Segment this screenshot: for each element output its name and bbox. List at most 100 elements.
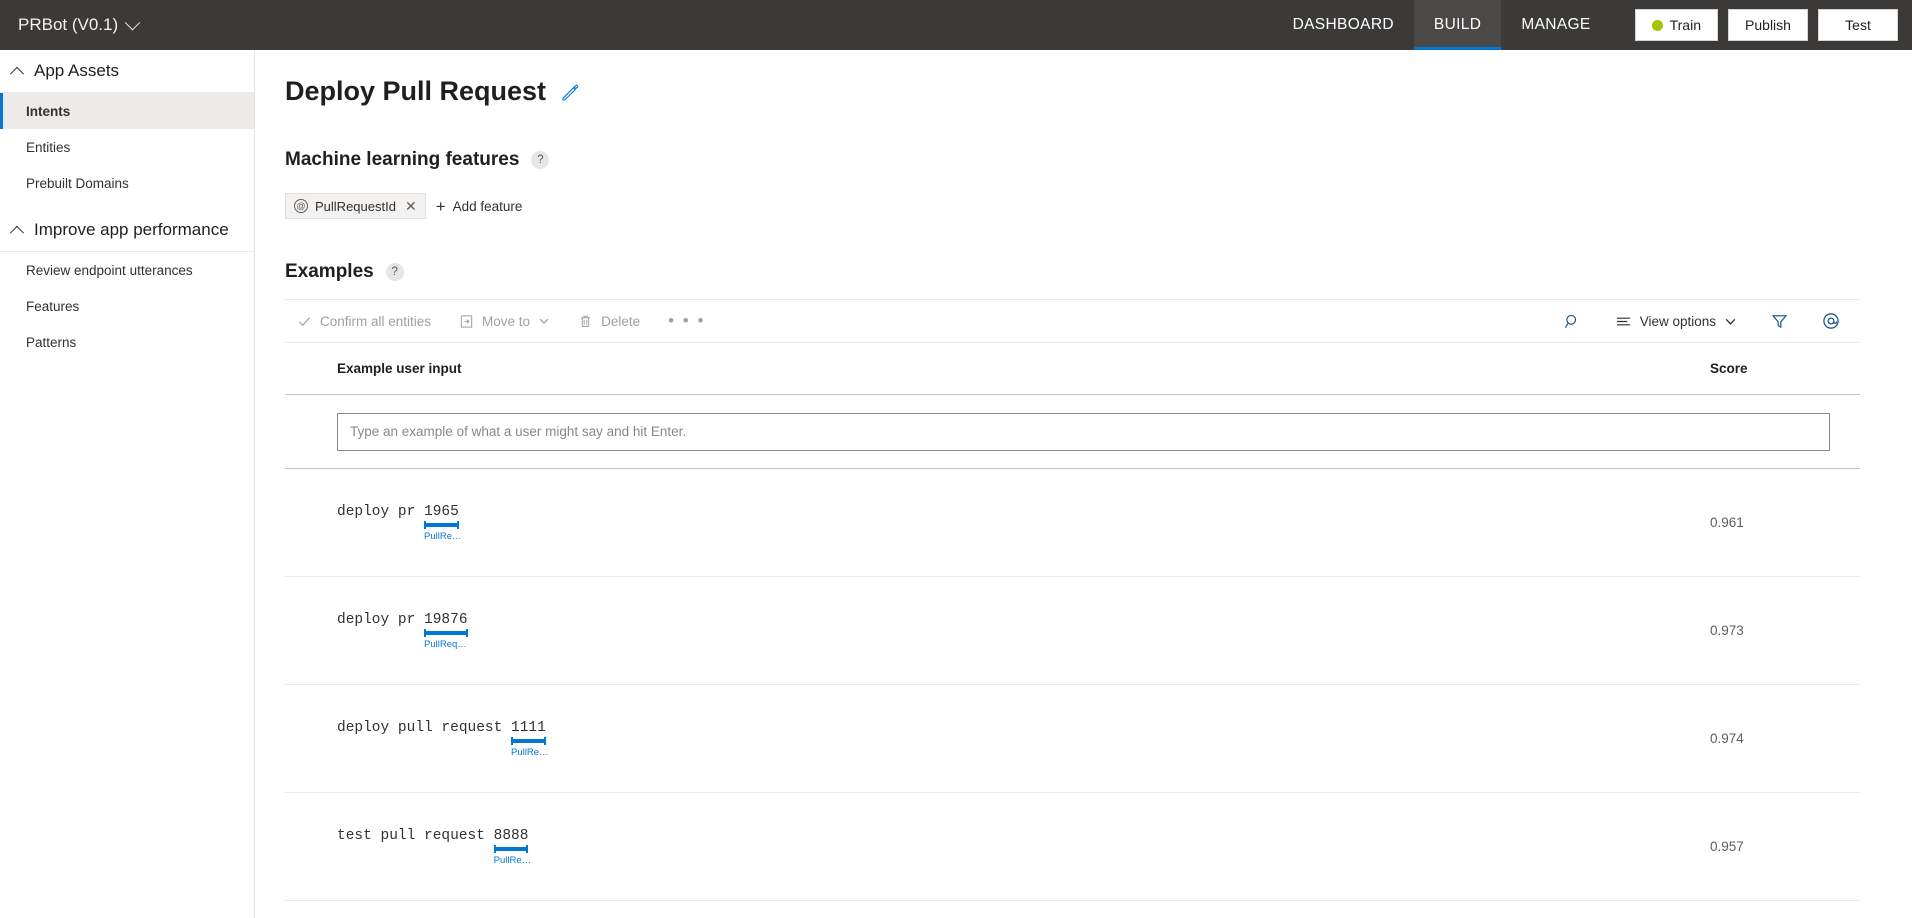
train-button[interactable]: Train [1634,9,1718,41]
sidebar-item-entities[interactable]: Entities [0,129,254,165]
sidebar-item-label: Patterns [26,334,77,350]
utterance-prefix: deploy pr [337,503,425,520]
utterance-text: deploy pr 19876 PullReq… [337,612,468,652]
entity-bracket-icon [511,736,546,745]
header-nav-tabs: DASHBOARD BUILD MANAGE [1273,0,1611,50]
checkmark-icon [298,316,311,326]
entity-value: 1965 [424,503,459,520]
page-title-row: Deploy Pull Request [285,76,1860,107]
utterance-text: deploy pr 1965 PullRe… [337,503,462,544]
chevron-up-icon [9,225,25,240]
sidebar-group-label: Improve app performance [34,220,229,239]
sidebar-item-intents[interactable]: Intents [0,93,254,129]
new-utterance-input[interactable] [337,412,1830,451]
delete-button[interactable]: Delete [564,300,654,342]
column-header-score: Score [1710,361,1748,376]
utterance-cell: deploy pr 19876 PullReq… [337,610,1710,652]
move-to-icon [460,314,473,328]
publish-button[interactable]: Publish [1728,9,1808,41]
close-icon[interactable]: ✕ [403,199,417,213]
entity-value: 8888 [493,827,529,844]
header-action-buttons: Train Publish Test [1611,0,1912,50]
column-header-utterance: Example user input [337,361,462,376]
utterance-cell: test pull request 8888 PullRe… [337,826,1710,868]
examples-title: Examples [285,261,374,282]
app-title-label: PRBot (V0.1) [18,15,119,34]
examples-header: Examples ? [285,261,1860,283]
train-button-label: Train [1669,17,1701,33]
plus-icon: + [435,196,446,216]
view-options-label: View options [1639,313,1716,329]
sidebar-group-label: App Assets [34,61,120,80]
search-button[interactable] [1552,313,1595,330]
feature-chip-pullrequestid[interactable]: @ PullRequestId ✕ [285,193,426,219]
view-options-button[interactable]: View options [1601,313,1751,330]
left-sidebar: App Assets Intents Entities Prebuilt Dom… [0,50,255,918]
sidebar-item-label: Entities [26,139,71,155]
add-feature-button[interactable]: + Add feature [436,198,523,215]
table-row[interactable]: test pull request 8888 PullRe… 0.957 [285,793,1860,901]
main-content: Deploy Pull Request Machine learning fea… [255,50,1912,918]
app-title-dropdown[interactable]: PRBot (V0.1) [0,0,141,50]
confirm-all-entities-label: Confirm all entities [320,313,432,329]
utterance-cell: deploy pr 1965 PullRe… [337,502,1710,544]
utterance-prefix: deploy pr [337,611,425,628]
utterance-text: deploy pull request 1111 PullRe… [337,719,549,760]
table-row[interactable]: deploy pr 19876 PullReq… 0.973 [285,577,1860,685]
examples-table-header: Example user input Score [285,343,1860,395]
more-icon[interactable]: • • • [654,311,719,331]
nav-tab-manage[interactable]: MANAGE [1501,0,1610,50]
list-icon [1616,317,1630,325]
entity-span[interactable]: 1965 PullRe… [424,503,462,542]
sidebar-group-improve-app-performance[interactable]: Improve app performance [0,209,254,252]
sidebar-item-label: Intents [26,103,71,119]
move-to-label: Move to [482,313,531,329]
header-spacer [138,0,1272,50]
new-utterance-row [285,395,1860,469]
sidebar-item-patterns[interactable]: Patterns [0,324,254,360]
sidebar-item-features[interactable]: Features [0,288,254,324]
entity-bracket-icon [424,628,468,637]
entity-label: PullRe… [493,854,532,866]
utterance-prefix: deploy pull request [337,719,512,736]
table-row[interactable]: deploy pull request 1111 PullRe… 0.974 [285,685,1860,793]
entity-span[interactable]: 1111 PullRe… [511,719,549,758]
examples-command-bar: Confirm all entities Move to Delete • • … [285,299,1860,343]
entity-view-button[interactable] [1808,312,1854,330]
utterance-prefix: test pull request [337,827,494,844]
ml-features-title: Machine learning features [285,149,520,170]
confirm-all-entities-button[interactable]: Confirm all entities [285,300,445,342]
page-title: Deploy Pull Request [285,76,547,106]
nav-tab-build[interactable]: BUILD [1413,0,1502,50]
table-row[interactable]: deploy pr 1965 PullRe… 0.961 [285,469,1860,577]
entity-span[interactable]: 19876 PullReq… [424,612,468,650]
ml-features-chip-row: @ PullRequestId ✕ + Add feature [285,193,1860,219]
entity-label: PullReq… [424,638,467,650]
delete-label: Delete [601,313,641,329]
utterance-cell: deploy pull request 1111 PullRe… [337,718,1710,760]
add-feature-label: Add feature [452,198,523,214]
utterance-text: test pull request 8888 PullRe… [337,827,531,868]
entity-span[interactable]: 8888 PullRe… [493,827,531,866]
command-bar-right-group: View options [1552,312,1860,330]
score-cell: 0.957 [1710,839,1744,854]
sidebar-item-prebuilt-domains[interactable]: Prebuilt Domains [0,165,254,201]
help-icon[interactable]: ? [531,151,550,169]
sidebar-item-review-endpoint-utterances[interactable]: Review endpoint utterances [0,252,254,288]
entity-value: 1111 [511,719,546,736]
sidebar-item-label: Review endpoint utterances [26,262,193,278]
entity-bracket-icon [493,844,529,853]
entity-label: PullRe… [424,530,462,542]
pencil-icon[interactable] [560,82,580,102]
move-to-button[interactable]: Move to [445,300,564,342]
train-status-dot-icon [1651,19,1663,31]
chevron-down-icon [1725,318,1736,325]
score-cell: 0.973 [1710,623,1744,638]
sidebar-group-app-assets[interactable]: App Assets [0,50,254,93]
ml-features-header: Machine learning features ? [285,149,1860,171]
nav-tab-dashboard[interactable]: DASHBOARD [1273,0,1414,50]
filter-button[interactable] [1757,313,1802,330]
test-button[interactable]: Test [1818,9,1898,41]
help-icon[interactable]: ? [385,263,404,281]
at-icon: @ [294,199,308,213]
